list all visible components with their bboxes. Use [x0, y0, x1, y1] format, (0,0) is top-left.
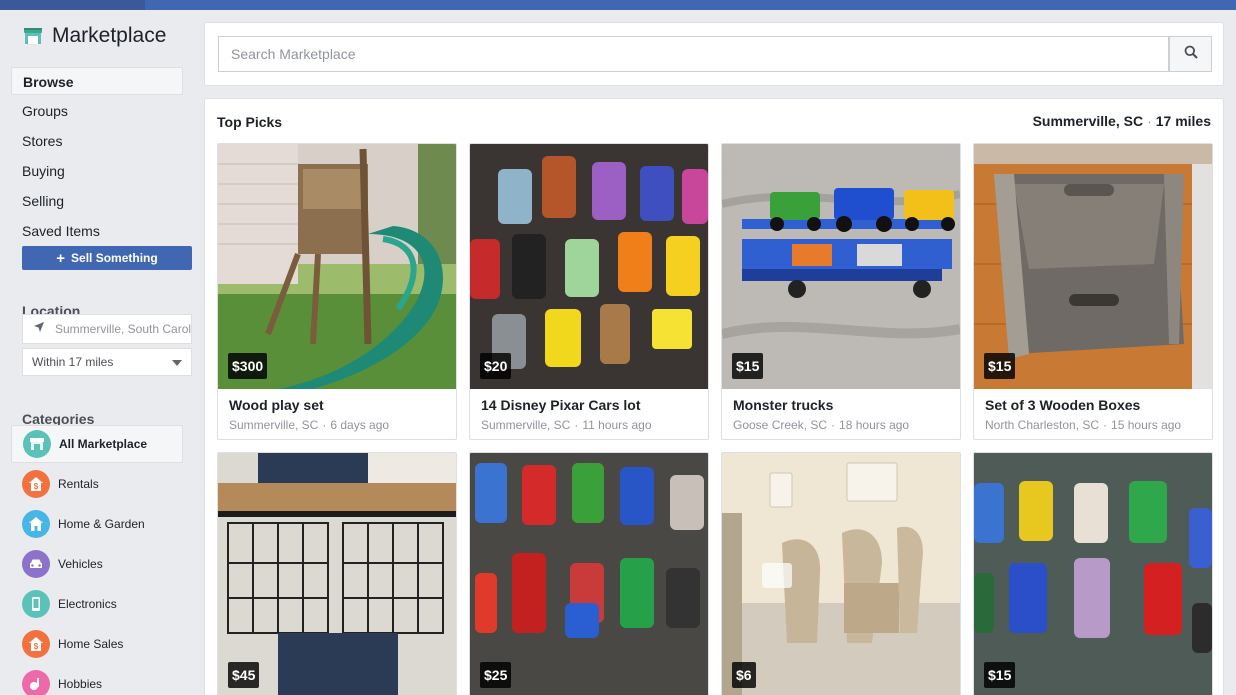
- listing-photo: $300: [218, 144, 456, 389]
- category-all-marketplace[interactable]: All Marketplace: [11, 425, 183, 463]
- feed-distance: 17 miles: [1155, 113, 1211, 129]
- listing-time: 15 hours ago: [1111, 418, 1182, 432]
- plus-icon: +: [56, 249, 66, 267]
- search-placeholder: Search Marketplace: [231, 46, 356, 62]
- home-sale-icon: $: [22, 630, 50, 658]
- category-label: Electronics: [58, 597, 117, 611]
- sidebar-item-selling[interactable]: Selling: [11, 187, 183, 215]
- marketplace-brand[interactable]: Marketplace: [22, 24, 166, 48]
- listing-title: Wood play set: [229, 397, 324, 413]
- sell-something-button[interactable]: + Sell Something: [22, 246, 192, 270]
- search-button[interactable]: [1169, 36, 1212, 72]
- listing-card[interactable]: $25: [469, 452, 709, 695]
- svg-text:$: $: [34, 642, 39, 651]
- listing-title: 14 Disney Pixar Cars lot: [481, 397, 641, 413]
- category-list: All Marketplace $ Rentals Home & Garden …: [11, 425, 183, 695]
- category-rentals[interactable]: $ Rentals: [11, 465, 183, 503]
- listing-photo: $15: [722, 144, 960, 389]
- category-label: All Marketplace: [59, 437, 148, 451]
- listing-price: $6: [732, 662, 756, 688]
- category-label: Vehicles: [58, 557, 103, 571]
- sidebar-item-browse[interactable]: Browse: [11, 67, 183, 95]
- listing-location: Summerville, SC: [229, 418, 319, 432]
- search-input[interactable]: Search Marketplace: [218, 36, 1169, 72]
- listing-price: $15: [984, 662, 1016, 688]
- location-value: Summerville, South Carol: [55, 322, 192, 336]
- listing-price: $25: [480, 662, 512, 688]
- svg-text:$: $: [34, 482, 39, 491]
- sell-something-label: Sell Something: [71, 251, 158, 265]
- listing-card[interactable]: $15 Set of 3 Wooden Boxes North Charlest…: [973, 143, 1213, 440]
- category-label: Hobbies: [58, 677, 103, 691]
- listing-photo: $15: [974, 144, 1212, 389]
- listing-card[interactable]: $15: [973, 452, 1213, 695]
- hobbies-icon: [22, 670, 50, 695]
- feed-heading: Top Picks: [217, 114, 283, 130]
- listing-card[interactable]: $15 Monster trucks Goose Creek, SC · 18 ho…: [721, 143, 961, 440]
- location-arrow-icon: [33, 320, 45, 338]
- chevron-down-icon: [172, 360, 182, 366]
- listing-time: 6 days ago: [330, 418, 390, 432]
- listings-feed: Top Picks Summerville, SC · 17 miles $30…: [204, 98, 1224, 695]
- listing-time: 11 hours ago: [582, 418, 652, 432]
- feed-location: Summerville, SC: [1032, 113, 1144, 129]
- sidebar-item-saved-items[interactable]: Saved Items: [11, 217, 183, 245]
- search-bar-card: Search Marketplace: [204, 22, 1224, 86]
- category-vehicles[interactable]: Vehicles: [11, 545, 183, 583]
- radius-value: Within 17 miles: [32, 355, 114, 369]
- radius-dropdown[interactable]: Within 17 miles: [22, 348, 192, 376]
- rental-house-icon: $: [22, 470, 50, 498]
- listing-title: Set of 3 Wooden Boxes: [985, 397, 1141, 413]
- listing-card[interactable]: $6: [721, 452, 961, 695]
- listing-price: $45: [228, 662, 260, 688]
- category-electronics[interactable]: Electronics: [11, 585, 183, 623]
- listing-card[interactable]: $20 14 Disney Pixar Cars lot Summerville…: [469, 143, 709, 440]
- house-icon: [22, 510, 50, 538]
- listing-price: $20: [480, 353, 512, 379]
- listing-time: 18 hours ago: [839, 418, 910, 432]
- listing-location: Goose Creek, SC: [733, 418, 828, 432]
- marketplace-icon: [22, 25, 44, 47]
- storefront-icon: [23, 430, 51, 458]
- category-label: Home Sales: [58, 637, 124, 651]
- listing-location: Summerville, SC: [481, 418, 571, 432]
- category-label: Rentals: [58, 477, 99, 491]
- category-hobbies[interactable]: Hobbies: [11, 665, 183, 695]
- listing-photo: $6: [722, 453, 960, 695]
- location-input[interactable]: Summerville, South Carol: [22, 314, 192, 344]
- listing-price: $15: [732, 353, 764, 379]
- listing-photo: $45: [218, 453, 456, 695]
- listing-title: Monster trucks: [733, 397, 834, 413]
- listing-card[interactable]: $45: [217, 452, 457, 695]
- car-icon: [22, 550, 50, 578]
- listing-photo: $15: [974, 453, 1212, 695]
- sidebar-item-stores[interactable]: Stores: [11, 127, 183, 155]
- phone-icon: [22, 590, 50, 618]
- listing-card[interactable]: $300 Wood play set Summerville, SC · 6 day…: [217, 143, 457, 440]
- sidebar-item-groups[interactable]: Groups: [11, 97, 183, 125]
- category-home-sales[interactable]: $ Home Sales: [11, 625, 183, 663]
- listing-price: $300: [228, 353, 268, 379]
- page-title: Marketplace: [52, 24, 167, 47]
- listing-photo: $25: [470, 453, 708, 695]
- feed-location-filter[interactable]: Summerville, SC · 17 miles: [1033, 113, 1211, 129]
- category-label: Home & Garden: [58, 517, 145, 531]
- category-home-garden[interactable]: Home & Garden: [11, 505, 183, 543]
- top-navigation-bar: [0, 0, 1236, 10]
- sidebar-item-buying[interactable]: Buying: [11, 157, 183, 185]
- sidebar-nav: Browse Groups Stores Buying Selling Save…: [11, 67, 183, 247]
- listing-location: North Charleston, SC: [985, 418, 1100, 432]
- listing-price: $15: [984, 353, 1016, 379]
- listing-photo: $20: [470, 144, 708, 389]
- search-icon: [1184, 45, 1198, 64]
